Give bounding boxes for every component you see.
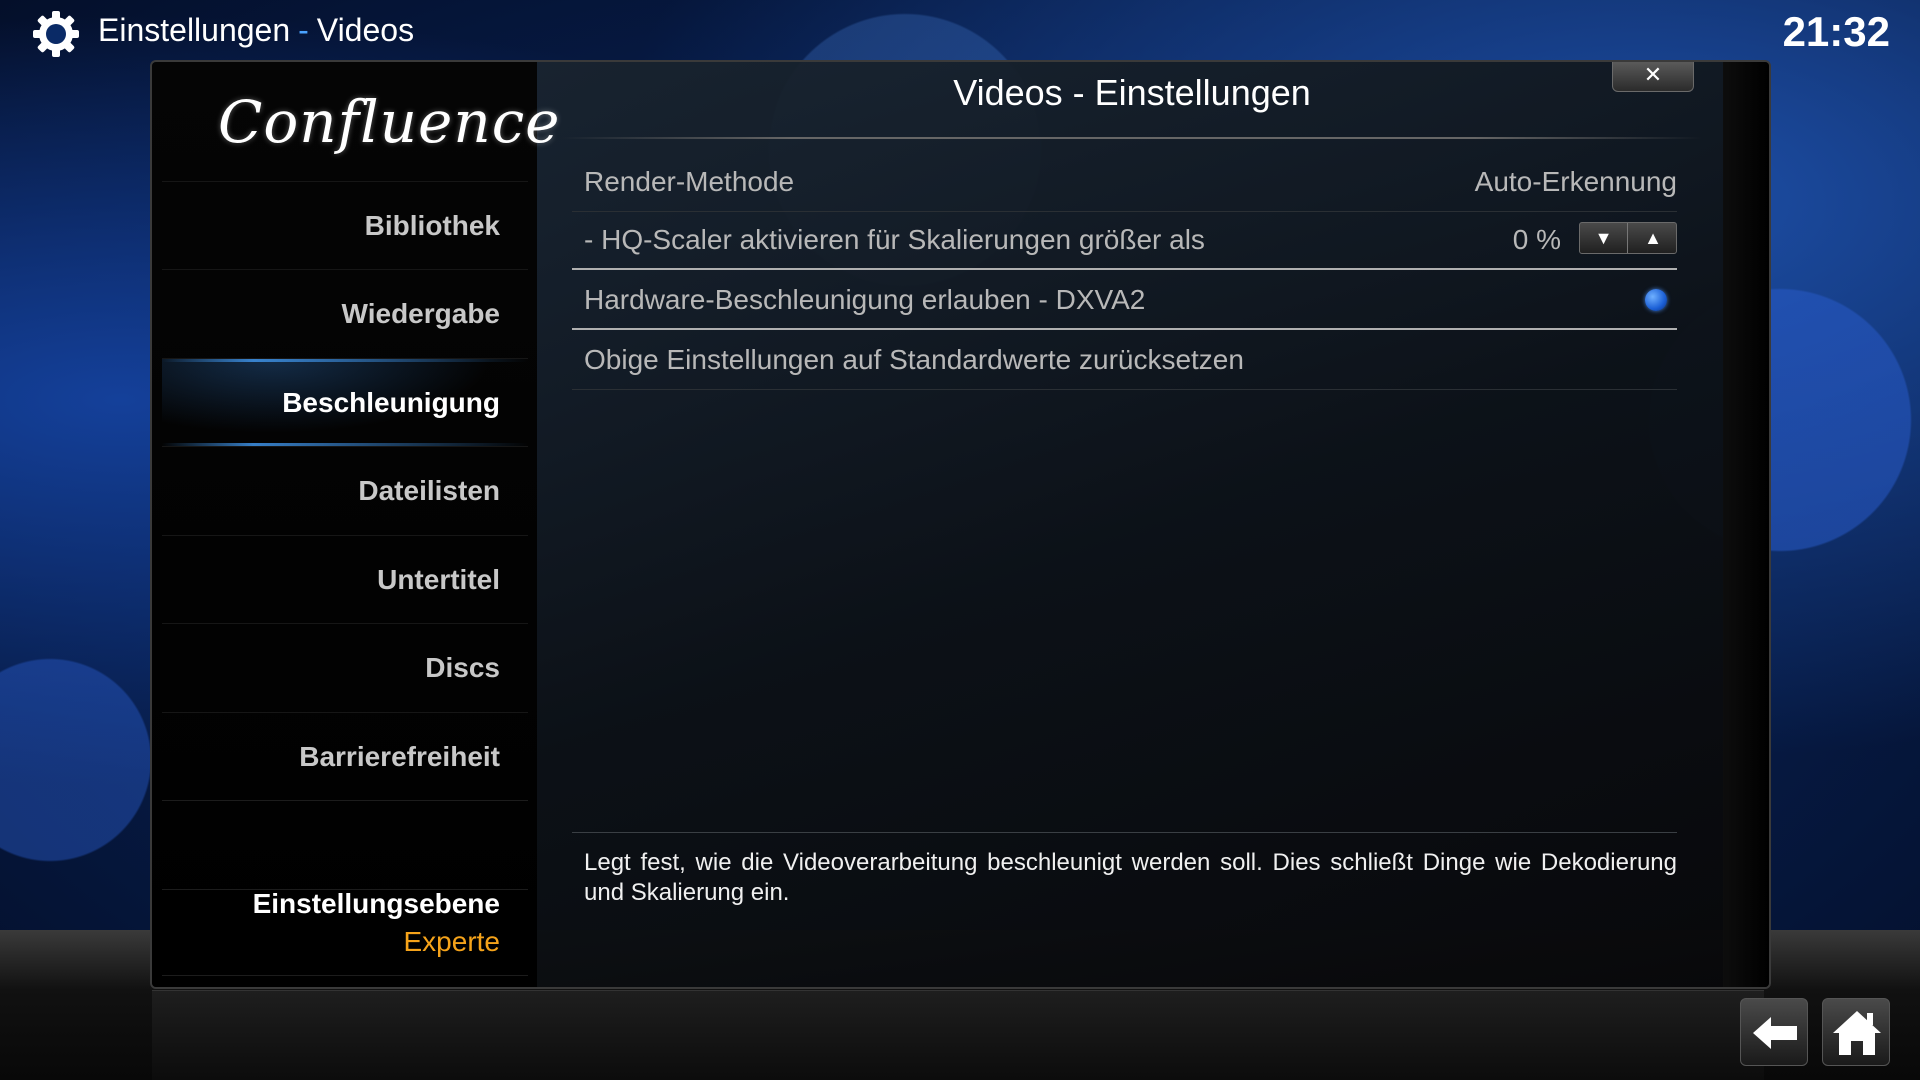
setting-description: Legt fest, wie die Videoverarbeitung bes… xyxy=(584,849,1677,906)
settings-level-value: Experte xyxy=(403,926,501,957)
bottom-panel xyxy=(152,990,1764,1080)
setting-label: Obige Einstellungen auf Standardwerte zu… xyxy=(584,344,1244,375)
back-button[interactable] xyxy=(1740,998,1808,1066)
close-button[interactable]: ✕ xyxy=(1612,62,1694,92)
sidebar-divider xyxy=(162,800,528,801)
header-section: Einstellungen xyxy=(98,12,291,48)
radio-on-icon[interactable] xyxy=(1645,289,1667,311)
setting-hq-scaler[interactable]: - HQ-Scaler aktivieren für Skalierungen … xyxy=(572,212,1677,270)
dialog-title: Videos - Einstellungen xyxy=(953,72,1311,113)
home-icon xyxy=(1833,1011,1881,1055)
setting-label: - HQ-Scaler aktivieren für Skalierungen … xyxy=(584,224,1205,255)
title-divider xyxy=(562,137,1702,139)
setting-value: 0 % xyxy=(1512,224,1561,255)
sidebar-item-bibliothek[interactable]: Bibliothek xyxy=(162,181,528,269)
sidebar-item-beschleunigung[interactable]: Beschleunigung xyxy=(162,358,528,446)
home-button[interactable] xyxy=(1822,998,1890,1066)
setting-hw-accel[interactable]: Hardware-Beschleunigung erlauben - DXVA2 xyxy=(572,272,1677,330)
setting-reset-defaults[interactable]: Obige Einstellungen auf Standardwerte zu… xyxy=(572,332,1677,390)
settings-dialog: Confluence Bibliothek Wiedergabe Beschle… xyxy=(150,60,1771,989)
gear-icon xyxy=(33,11,79,57)
clock: 21:32 xyxy=(1782,8,1890,55)
scrollbar-strip xyxy=(1723,62,1769,987)
header-separator: - xyxy=(298,12,309,48)
header-breadcrumb: Einstellungen - Videos xyxy=(98,12,414,49)
sidebar: Confluence Bibliothek Wiedergabe Beschle… xyxy=(152,62,561,987)
description-divider xyxy=(572,832,1677,833)
header-page: Videos xyxy=(316,12,415,48)
triangle-down-icon[interactable]: ▼ xyxy=(1580,223,1628,253)
sidebar-item-untertitel[interactable]: Untertitel xyxy=(162,535,528,623)
value-spinner: ▼ ▲ xyxy=(1579,222,1677,254)
sidebar-item-discs[interactable]: Discs xyxy=(162,623,528,711)
sidebar-item-barrierefreiheit[interactable]: Barrierefreiheit xyxy=(162,712,528,800)
setting-label: Render-Methode xyxy=(584,166,795,197)
sidebar-divider xyxy=(162,975,528,976)
sidebar-item-dateilisten[interactable]: Dateilisten xyxy=(162,446,528,534)
setting-label: Hardware-Beschleunigung erlauben - DXVA2 xyxy=(584,284,1146,315)
settings-level-button[interactable]: Einstellungsebene xyxy=(162,888,528,920)
confluence-logo: Confluence xyxy=(218,88,561,156)
back-arrow-icon xyxy=(1753,1017,1797,1049)
triangle-up-icon[interactable]: ▲ xyxy=(1629,223,1677,253)
sidebar-item-wiedergabe[interactable]: Wiedergabe xyxy=(162,269,528,357)
setting-value: Auto-Erkennung xyxy=(1474,166,1677,197)
setting-render-method[interactable]: Render-Methode Auto-Erkennung xyxy=(572,154,1677,212)
